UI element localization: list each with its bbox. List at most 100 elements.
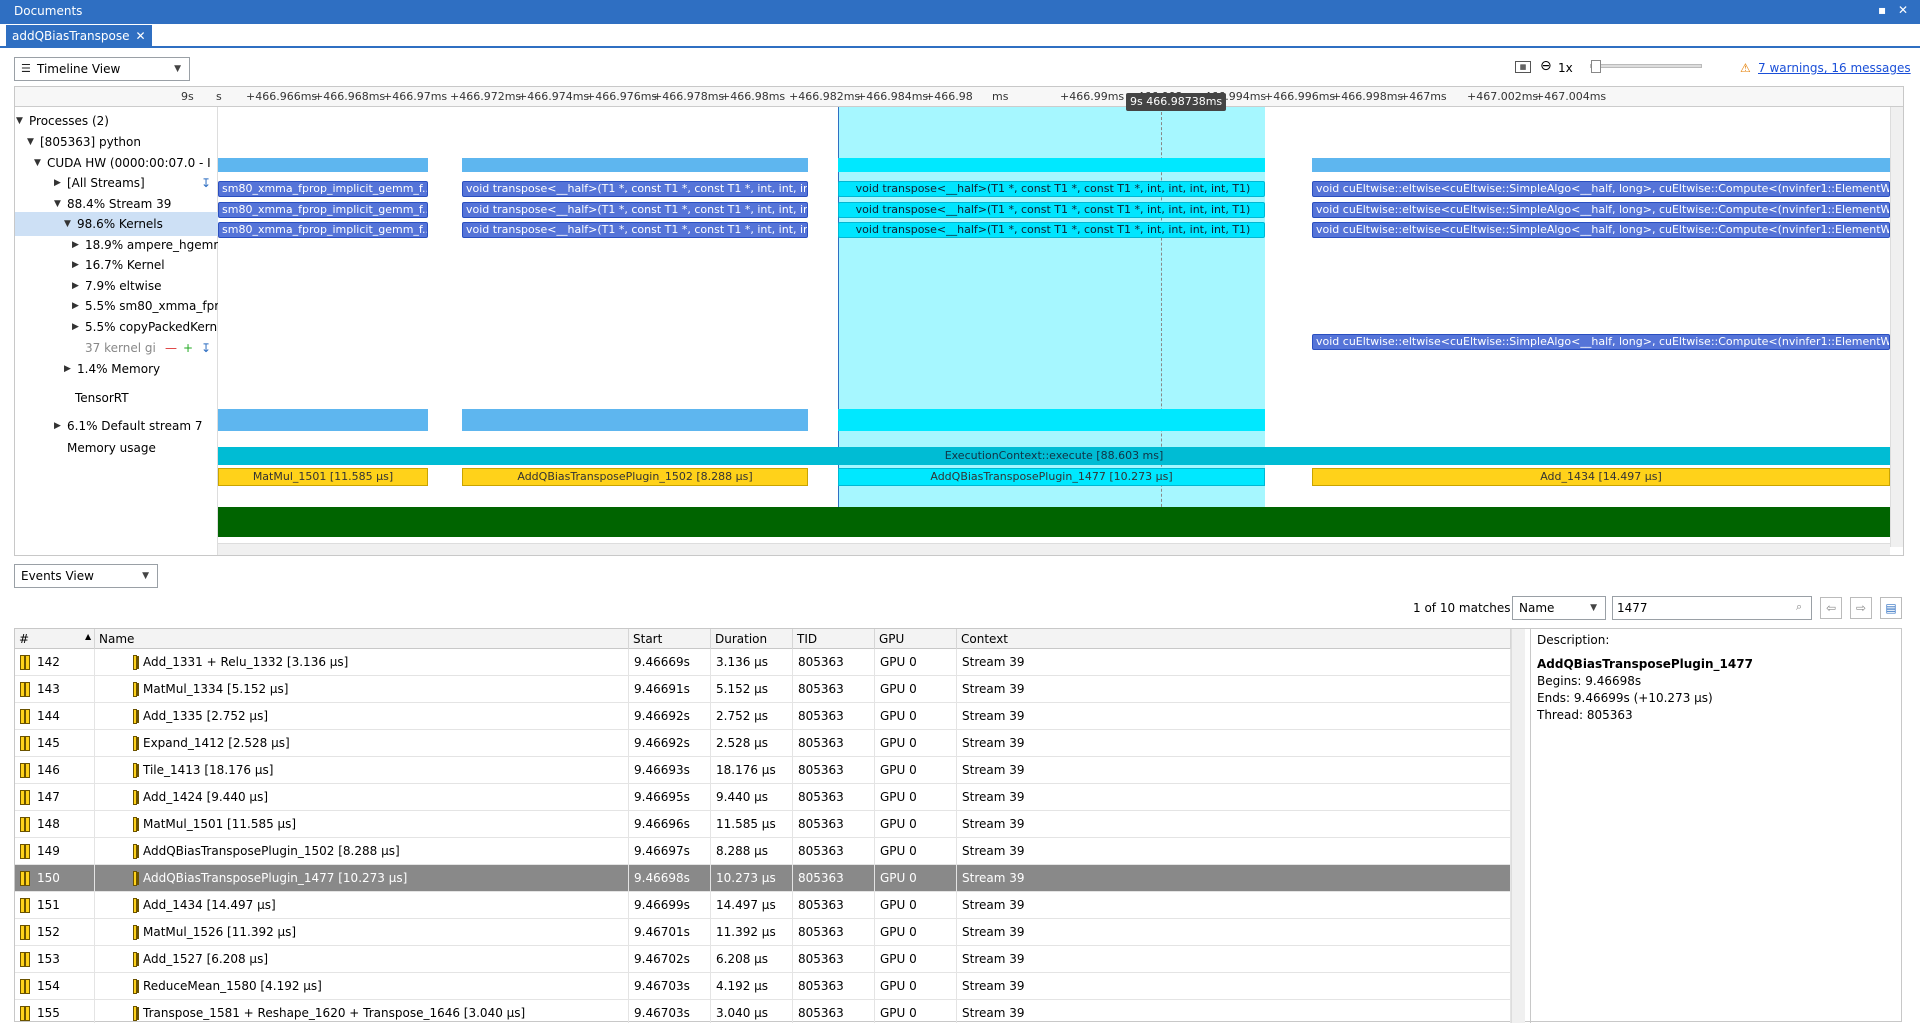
table-cell-duration: 9.440 μs bbox=[711, 784, 793, 811]
table-cell-name: Add_1527 [6.208 μs] bbox=[95, 946, 629, 973]
tree-item[interactable]: ▶ 6.1% Default stream 7 bbox=[15, 414, 218, 438]
chevron-right-icon[interactable]: ▶ bbox=[54, 414, 61, 438]
tab-close-icon[interactable]: ✕ bbox=[136, 29, 146, 43]
kernel-bar[interactable]: sm80_xmma_fprop_implicit_gemm_f... bbox=[218, 181, 428, 197]
table-cell-gpu: GPU 0 bbox=[875, 838, 957, 865]
cell-text: 3.040 μs bbox=[716, 1006, 769, 1020]
cell-text: 155 bbox=[37, 1006, 60, 1020]
tree-item[interactable]: Memory usage bbox=[15, 436, 218, 460]
trt-range[interactable]: MatMul_1501 [11.585 μs] bbox=[218, 468, 428, 486]
table-cell-name: Expand_1412 [2.528 μs] bbox=[95, 730, 629, 757]
chevron-right-icon[interactable]: ▶ bbox=[64, 357, 71, 381]
kernel-group-bar[interactable] bbox=[462, 409, 808, 431]
close-icon[interactable]: ✕ bbox=[1898, 3, 1908, 17]
kernel-bar[interactable]: void cuEltwise::eltwise<cuEltwise::Simpl… bbox=[1312, 222, 1890, 238]
column-header[interactable]: Context bbox=[957, 629, 1511, 649]
next-match-button[interactable]: ⇨ bbox=[1850, 597, 1872, 619]
table-row[interactable]: 152 MatMul_1526 [11.392 μs] 9.46701s 11.392… bbox=[15, 919, 1511, 946]
column-header[interactable]: TID bbox=[793, 629, 875, 649]
table-cell-duration: 3.136 μs bbox=[711, 649, 793, 676]
table-row[interactable]: 149 AddQBiasTransposePlugin_1502 [8.288 μ… bbox=[15, 838, 1511, 865]
kernel-bar[interactable]: void transpose<__half>(T1 *, const T1 *,… bbox=[462, 202, 808, 218]
table-cell-context: Stream 39 bbox=[957, 730, 1511, 757]
table-cell-start: 9.46703s bbox=[629, 1000, 711, 1023]
tree-item[interactable]: TensorRT bbox=[15, 386, 218, 410]
table-row[interactable]: 154 ReduceMean_1580 [4.192 μs] 9.46703s 4.1… bbox=[15, 973, 1511, 1000]
keyboard-icon[interactable]: ▦ bbox=[1515, 61, 1531, 73]
zoom-icon[interactable]: ⊖ bbox=[1540, 58, 1552, 74]
tree-item[interactable]: ▶ 1.4% Memory bbox=[15, 357, 218, 381]
table-row[interactable]: 144 Add_1335 [2.752 μs] 9.46692s 2.752 μs 80… bbox=[15, 703, 1511, 730]
memory-usage-bar[interactable] bbox=[218, 507, 1890, 537]
table-row[interactable]: 151 Add_1434 [14.497 μs] 9.46699s 14.497 μs… bbox=[15, 892, 1511, 919]
timeline-canvas[interactable]: sm80_xmma_fprop_implicit_gemm_f...void t… bbox=[218, 93, 1890, 547]
kernel-group-bar-selected[interactable] bbox=[838, 409, 1265, 431]
column-header[interactable]: GPU bbox=[875, 629, 957, 649]
column-header[interactable]: # bbox=[15, 629, 95, 649]
hw-activity-bar[interactable] bbox=[462, 158, 808, 172]
ruler-tick: +467.002ms bbox=[1467, 90, 1539, 103]
previous-match-button[interactable]: ⇦ bbox=[1820, 597, 1842, 619]
cell-text: GPU 0 bbox=[880, 790, 917, 804]
zoom-slider[interactable] bbox=[1590, 60, 1702, 73]
table-cell-duration: 5.152 μs bbox=[711, 676, 793, 703]
table-row[interactable]: 150 AddQBiasTransposePlugin_1477 [10.273 … bbox=[15, 865, 1511, 892]
table-row[interactable]: 146 Tile_1413 [18.176 μs] 9.46693s 18.176 μ… bbox=[15, 757, 1511, 784]
table-row[interactable]: 147 Add_1424 [9.440 μs] 9.46695s 9.440 μs 80… bbox=[15, 784, 1511, 811]
table-row[interactable]: 148 MatMul_1501 [11.585 μs] 9.46696s 11.585… bbox=[15, 811, 1511, 838]
trt-range-selected[interactable]: AddQBiasTransposePlugin_1477 [10.273 μs] bbox=[838, 468, 1265, 486]
trt-range[interactable]: AddQBiasTransposePlugin_1502 [8.288 μs] bbox=[462, 468, 808, 486]
hw-activity-bar-selected[interactable] bbox=[838, 158, 1265, 172]
search-field-dropdown[interactable]: Name ▼ bbox=[1512, 596, 1606, 620]
table-row[interactable]: 145 Expand_1412 [2.528 μs] 9.46692s 2.528 μ… bbox=[15, 730, 1511, 757]
timeline-vertical-scrollbar[interactable] bbox=[1890, 107, 1903, 547]
table-cell-tid: 805363 bbox=[793, 946, 875, 973]
kernel-bar[interactable]: void transpose<__half>(T1 *, const T1 *,… bbox=[462, 222, 808, 238]
kernel-bar[interactable]: sm80_xmma_fprop_implicit_gemm_f... bbox=[218, 222, 428, 238]
table-cell-start: 9.46701s bbox=[629, 919, 711, 946]
ruler-tick: +466.966ms bbox=[246, 90, 318, 103]
trt-range[interactable]: Add_1434 [14.497 μs] bbox=[1312, 468, 1890, 486]
kernel-bar[interactable]: void cuEltwise::eltwise<cuEltwise::Simpl… bbox=[1312, 202, 1890, 218]
range-icon bbox=[20, 655, 30, 670]
cell-text: GPU 0 bbox=[880, 871, 917, 885]
kernel-bar-selected[interactable]: void transpose<__half>(T1 *, const T1 *,… bbox=[838, 222, 1265, 238]
tab-addqbiastranspose[interactable]: addQBiasTranspose ✕ bbox=[6, 25, 152, 47]
events-view-dropdown[interactable]: Events View ▼ bbox=[14, 564, 158, 588]
kernel-bar[interactable]: void cuEltwise::eltwise<cuEltwise::Simpl… bbox=[1312, 181, 1890, 197]
pin-icon[interactable]: ▪ bbox=[1878, 3, 1886, 17]
events-vertical-scrollbar[interactable] bbox=[1511, 629, 1525, 1023]
range-marker-icon bbox=[133, 736, 139, 751]
table-row[interactable]: 142 Add_1331 + Relu_1332 [3.136 μs] 9.4666… bbox=[15, 649, 1511, 676]
kernel-group-bar[interactable] bbox=[218, 409, 428, 431]
kernel-bar-selected[interactable]: void transpose<__half>(T1 *, const T1 *,… bbox=[838, 202, 1265, 218]
column-header[interactable]: Start bbox=[629, 629, 711, 649]
hw-activity-bar[interactable] bbox=[218, 158, 428, 172]
columns-icon[interactable]: ▤ bbox=[1880, 597, 1902, 619]
range-icon bbox=[20, 844, 30, 859]
zoom-slider-handle[interactable] bbox=[1591, 60, 1601, 73]
ruler-tick: ms bbox=[992, 90, 1009, 103]
kernel-bar-selected[interactable]: void transpose<__half>(T1 *, const T1 *,… bbox=[838, 181, 1265, 197]
table-cell-tid: 805363 bbox=[793, 811, 875, 838]
column-header[interactable]: Duration bbox=[711, 629, 793, 649]
timeline-horizontal-scrollbar[interactable] bbox=[218, 543, 1890, 555]
kernel-eltwise-bar[interactable]: void cuEltwise::eltwise<cuEltwise::Simpl… bbox=[1312, 334, 1890, 350]
execute-range[interactable]: ExecutionContext::execute [88.603 ms] bbox=[218, 447, 1890, 465]
kernel-bar[interactable]: sm80_xmma_fprop_implicit_gemm_f... bbox=[218, 202, 428, 218]
column-header[interactable]: Name bbox=[95, 629, 629, 649]
cell-text: Add_1527 [6.208 μs] bbox=[143, 952, 269, 966]
warnings-link[interactable]: 7 warnings, 16 messages bbox=[1758, 61, 1911, 75]
range-icon bbox=[20, 979, 30, 994]
hw-activity-bar[interactable] bbox=[1312, 158, 1890, 172]
timeline-view-dropdown[interactable]: ☰ Timeline View ▼ bbox=[14, 57, 190, 81]
kernel-bar[interactable]: void transpose<__half>(T1 *, const T1 *,… bbox=[462, 181, 808, 197]
table-row[interactable]: 155 Transpose_1581 + Reshape_1620 + Trans… bbox=[15, 1000, 1511, 1023]
ruler-tick: +466.98 bbox=[925, 90, 973, 103]
description-thread: Thread: 805363 bbox=[1537, 708, 1633, 722]
table-cell-tid: 805363 bbox=[793, 892, 875, 919]
search-input[interactable]: 1477 bbox=[1612, 596, 1812, 620]
table-row[interactable]: 153 Add_1527 [6.208 μs] 9.46702s 6.208 μs 80… bbox=[15, 946, 1511, 973]
table-row[interactable]: 143 MatMul_1334 [5.152 μs] 9.46691s 5.152 μ… bbox=[15, 676, 1511, 703]
time-ruler[interactable]: 9s s +466.966ms +466.968ms +466.97ms +466.97… bbox=[15, 87, 1903, 107]
